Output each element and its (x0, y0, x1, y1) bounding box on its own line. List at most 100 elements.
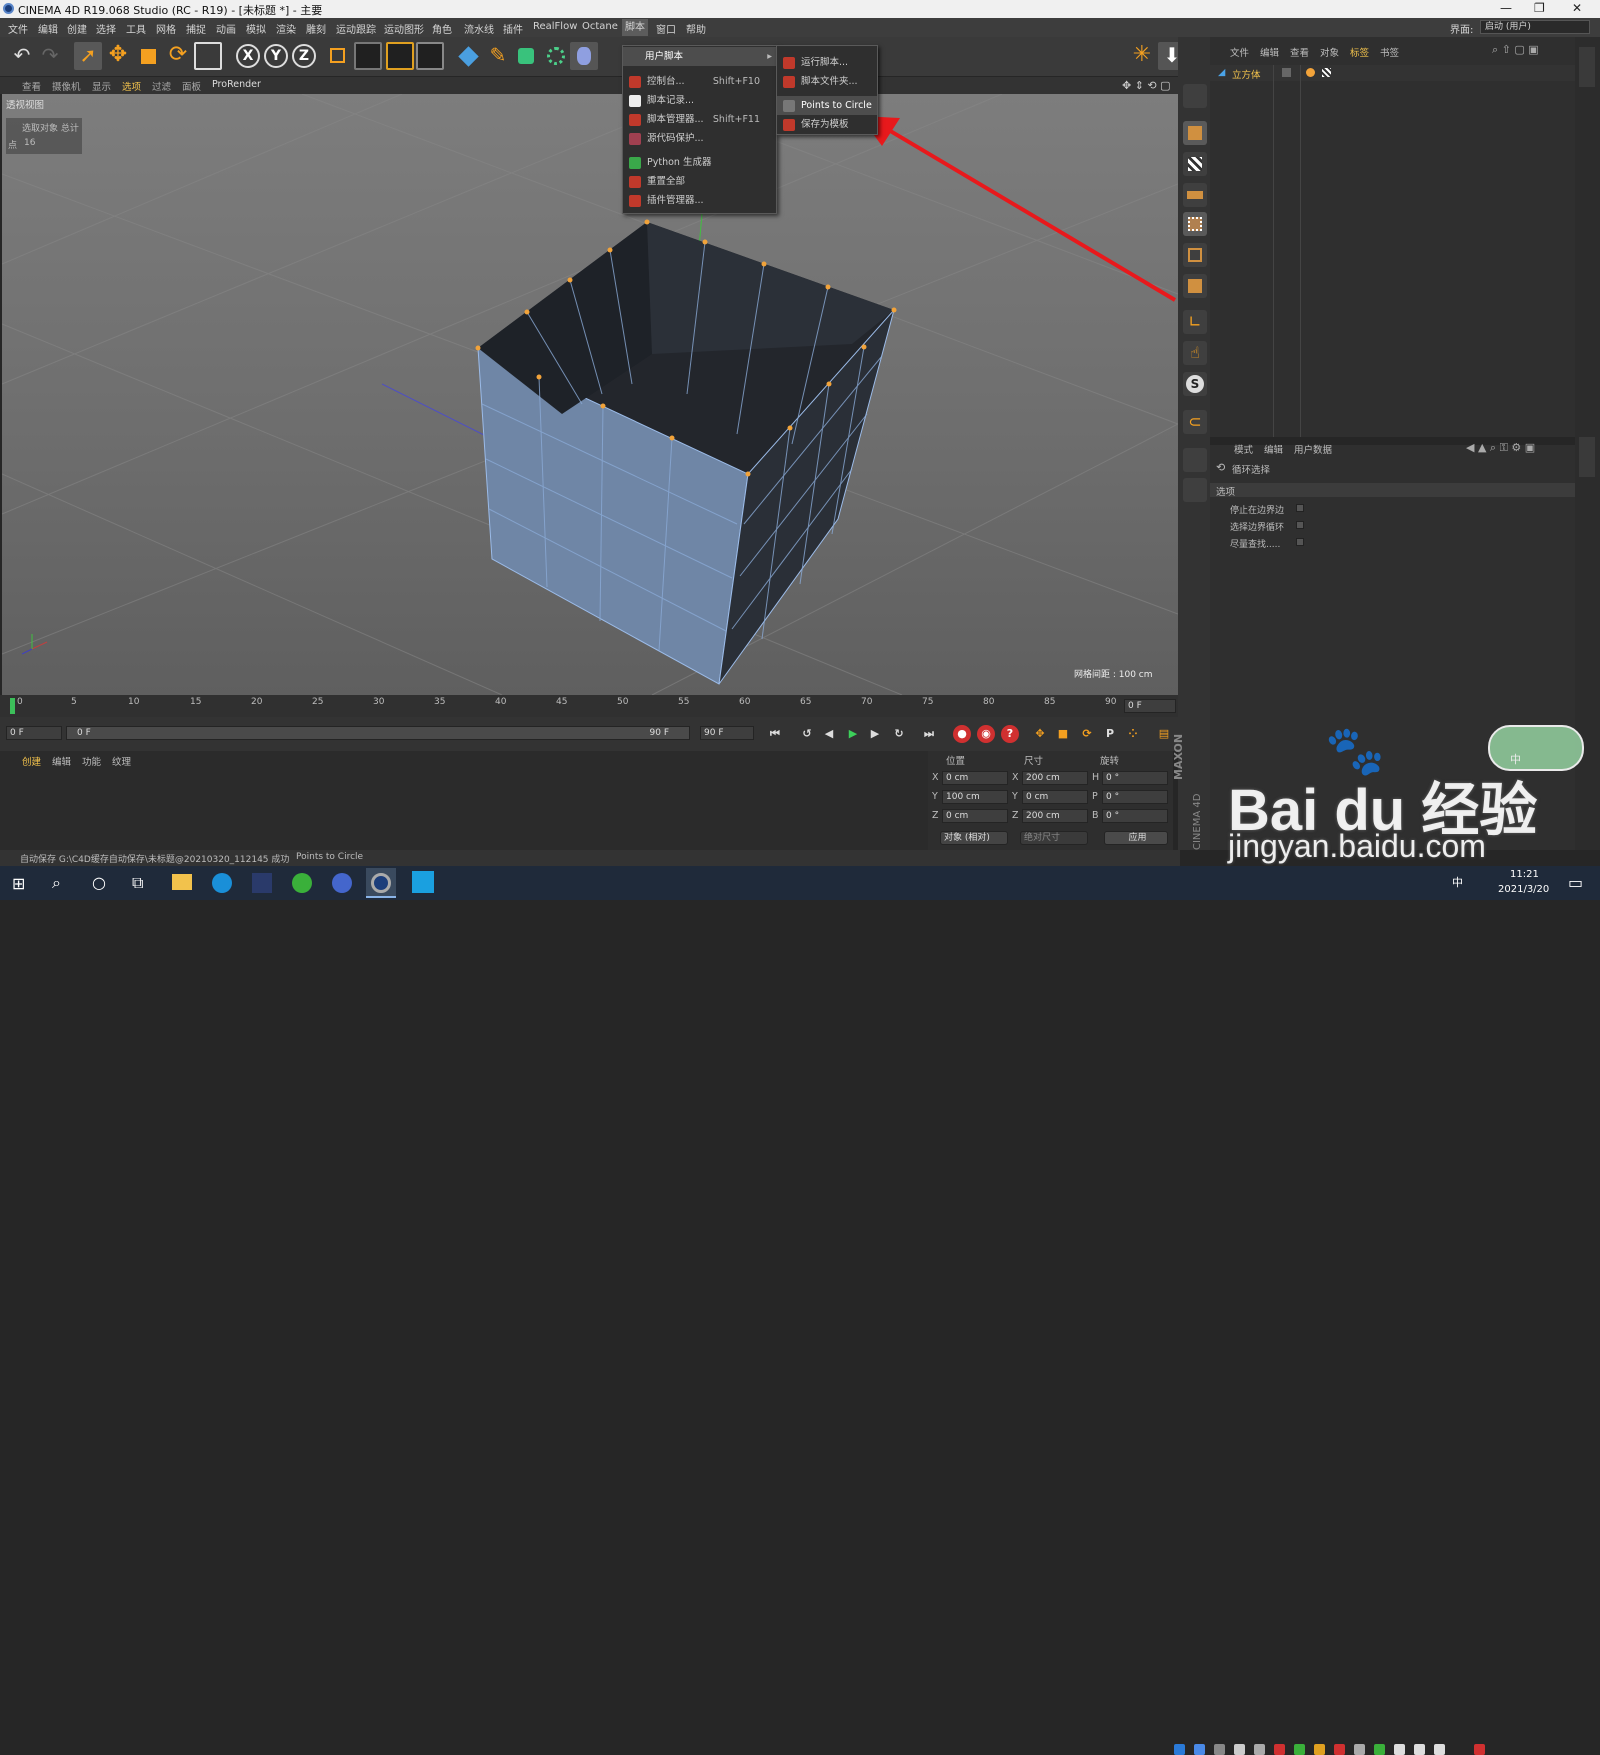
rotation-b-field[interactable]: 0 ° (1102, 809, 1168, 823)
timeline-ruler[interactable] (0, 695, 1180, 717)
menu-select[interactable]: 选择 (96, 21, 116, 36)
tray-shield-icon[interactable] (1174, 1744, 1185, 1755)
key-rotation-icon[interactable]: ⟳ (1078, 725, 1096, 743)
menu-animate[interactable]: 动画 (216, 21, 236, 36)
snapping-mode-icon[interactable]: ⊂ (1183, 410, 1207, 434)
tray-bluetooth-icon[interactable] (1194, 1744, 1205, 1755)
next-key-icon[interactable]: ↻ (890, 725, 908, 743)
menu-sculpt[interactable]: 雕刻 (306, 21, 326, 36)
tray-nvidia-icon[interactable] (1294, 1744, 1305, 1755)
clock-time[interactable]: 11:21 (1510, 869, 1539, 880)
start-frame-field[interactable]: 0 F (6, 726, 62, 740)
pen-spline-icon[interactable]: ✎ (484, 42, 512, 70)
tray-mic-icon[interactable] (1234, 1744, 1245, 1755)
record-icon[interactable]: ● (953, 725, 971, 743)
redo-icon[interactable]: ↷ (36, 42, 64, 70)
windows-start-icon[interactable]: ⊞ (12, 874, 25, 893)
generator-icon[interactable] (512, 42, 540, 70)
clock-date[interactable]: 2021/3/20 (1498, 884, 1549, 895)
menu-item-script-manager[interactable]: 脚本管理器... Shift+F11 (623, 110, 776, 129)
menu-realflow[interactable]: RealFlow (533, 21, 577, 32)
menu-item-console[interactable]: 控制台... Shift+F10 (623, 72, 776, 91)
tray-app-icon[interactable] (1254, 1744, 1265, 1755)
snap-icon[interactable]: ✳ (1128, 42, 1156, 70)
menu-item-script-log[interactable]: 脚本记录... (623, 91, 776, 110)
move-tool-icon[interactable]: ✥ (104, 42, 132, 70)
go-to-start-icon[interactable]: ⏮ (766, 725, 784, 743)
texture-mode-icon[interactable] (1183, 152, 1207, 176)
key-scale-icon[interactable]: ■ (1054, 725, 1072, 743)
tray-ime-icon[interactable] (1434, 1744, 1445, 1755)
position-x-field[interactable]: 0 cm (942, 771, 1008, 785)
tray-sogou-icon[interactable] (1474, 1744, 1485, 1755)
size-mode-dropdown[interactable]: 绝对尺寸 (1020, 831, 1088, 845)
tweak-mode-icon[interactable]: ☝ (1183, 341, 1207, 365)
tray-app-icon[interactable] (1354, 1744, 1365, 1755)
render-settings-icon[interactable] (416, 42, 444, 70)
menu-plugins[interactable]: 插件 (503, 21, 523, 36)
size-z-field[interactable]: 200 cm (1022, 809, 1088, 823)
cortana-icon[interactable]: ○ (92, 873, 106, 892)
viewport-menu-display[interactable]: 显示 (92, 79, 111, 93)
size-x-field[interactable]: 200 cm (1022, 771, 1088, 785)
mograph-cloner-icon[interactable] (542, 42, 570, 70)
timeline-window-icon[interactable]: ▤ (1155, 725, 1173, 743)
menu-octane[interactable]: Octane (582, 21, 618, 32)
menu-render[interactable]: 渲染 (276, 21, 296, 36)
attr-menu-mode[interactable]: 模式 (1234, 442, 1253, 456)
viewport-menu-prorender[interactable]: ProRender (212, 79, 261, 90)
select-tool-icon[interactable]: ➚ (74, 42, 102, 70)
menu-create[interactable]: 创建 (67, 21, 87, 36)
viewport-nav-icons[interactable]: ✥ ⇕ ⟲ ▢ (1122, 79, 1171, 92)
object-row-cube[interactable]: ◢ 立方体 (1210, 65, 1575, 81)
x-axis-lock-icon[interactable]: X (236, 44, 260, 68)
y-axis-lock-icon[interactable]: Y (264, 44, 288, 68)
notification-icon[interactable]: ▭ (1568, 873, 1583, 892)
viewport-menu-panel[interactable]: 面板 (182, 79, 201, 93)
solo-mode-icon[interactable]: S (1183, 372, 1207, 396)
make-editable-icon[interactable] (1183, 84, 1207, 108)
maximize-button[interactable]: ❐ (1534, 1, 1545, 15)
keyframe-help-icon[interactable]: ? (1001, 725, 1019, 743)
edges-mode-icon[interactable] (1183, 243, 1207, 267)
select-boundary-loop-checkbox[interactable] (1296, 521, 1304, 529)
object-menu-bookmarks[interactable]: 书签 (1380, 45, 1399, 59)
recent-tool-icon[interactable] (194, 42, 222, 70)
edge-browser-icon[interactable] (212, 873, 232, 893)
points-mode-icon[interactable] (1183, 212, 1207, 236)
minimize-button[interactable]: — (1500, 1, 1512, 15)
object-menu-objects[interactable]: 对象 (1320, 45, 1339, 59)
app-icon[interactable] (252, 873, 272, 893)
options-section-tab[interactable]: 选项 (1210, 483, 1575, 498)
grid-lock-icon[interactable] (1183, 478, 1207, 502)
viewport-menu-options[interactable]: 选项 (122, 79, 141, 93)
play-icon[interactable]: ▶ (844, 725, 862, 743)
tray-app-icon[interactable] (1334, 1744, 1345, 1755)
close-button[interactable]: ✕ (1572, 1, 1582, 15)
key-param-icon[interactable]: P (1101, 725, 1119, 743)
axis-mode-icon[interactable]: ∟ (1183, 310, 1207, 334)
coordinate-system-icon[interactable] (322, 42, 350, 70)
visibility-toggle-icon[interactable] (1282, 68, 1291, 77)
texture-tag-icon[interactable] (1322, 68, 1331, 77)
app-icon[interactable] (412, 871, 434, 893)
menu-item-plugin-manager[interactable]: 插件管理器... (623, 191, 776, 210)
workplane-mode-icon[interactable] (1183, 183, 1207, 207)
model-mode-icon[interactable] (1183, 121, 1207, 145)
end-frame-field[interactable]: 90 F (700, 726, 754, 740)
next-frame-icon[interactable]: ▶ (866, 725, 884, 743)
polygons-mode-icon[interactable] (1183, 274, 1207, 298)
menu-item-run-script[interactable]: 运行脚本... (777, 53, 877, 72)
playhead[interactable] (10, 698, 15, 714)
menu-tools[interactable]: 工具 (126, 21, 146, 36)
object-menu-view[interactable]: 查看 (1290, 45, 1309, 59)
coordinate-mode-dropdown[interactable]: 对象 (相对) (940, 831, 1008, 845)
menu-item-user-scripts[interactable]: 用户脚本 ▸ (623, 47, 776, 66)
previous-key-icon[interactable]: ↺ (798, 725, 816, 743)
apply-button[interactable]: 应用 (1104, 831, 1168, 845)
key-position-icon[interactable]: ✥ (1031, 725, 1049, 743)
render-view-icon[interactable] (354, 42, 382, 70)
scale-tool-icon[interactable] (134, 42, 162, 70)
baidu-netdisk-icon[interactable] (332, 873, 352, 893)
position-y-field[interactable]: 100 cm (942, 790, 1008, 804)
